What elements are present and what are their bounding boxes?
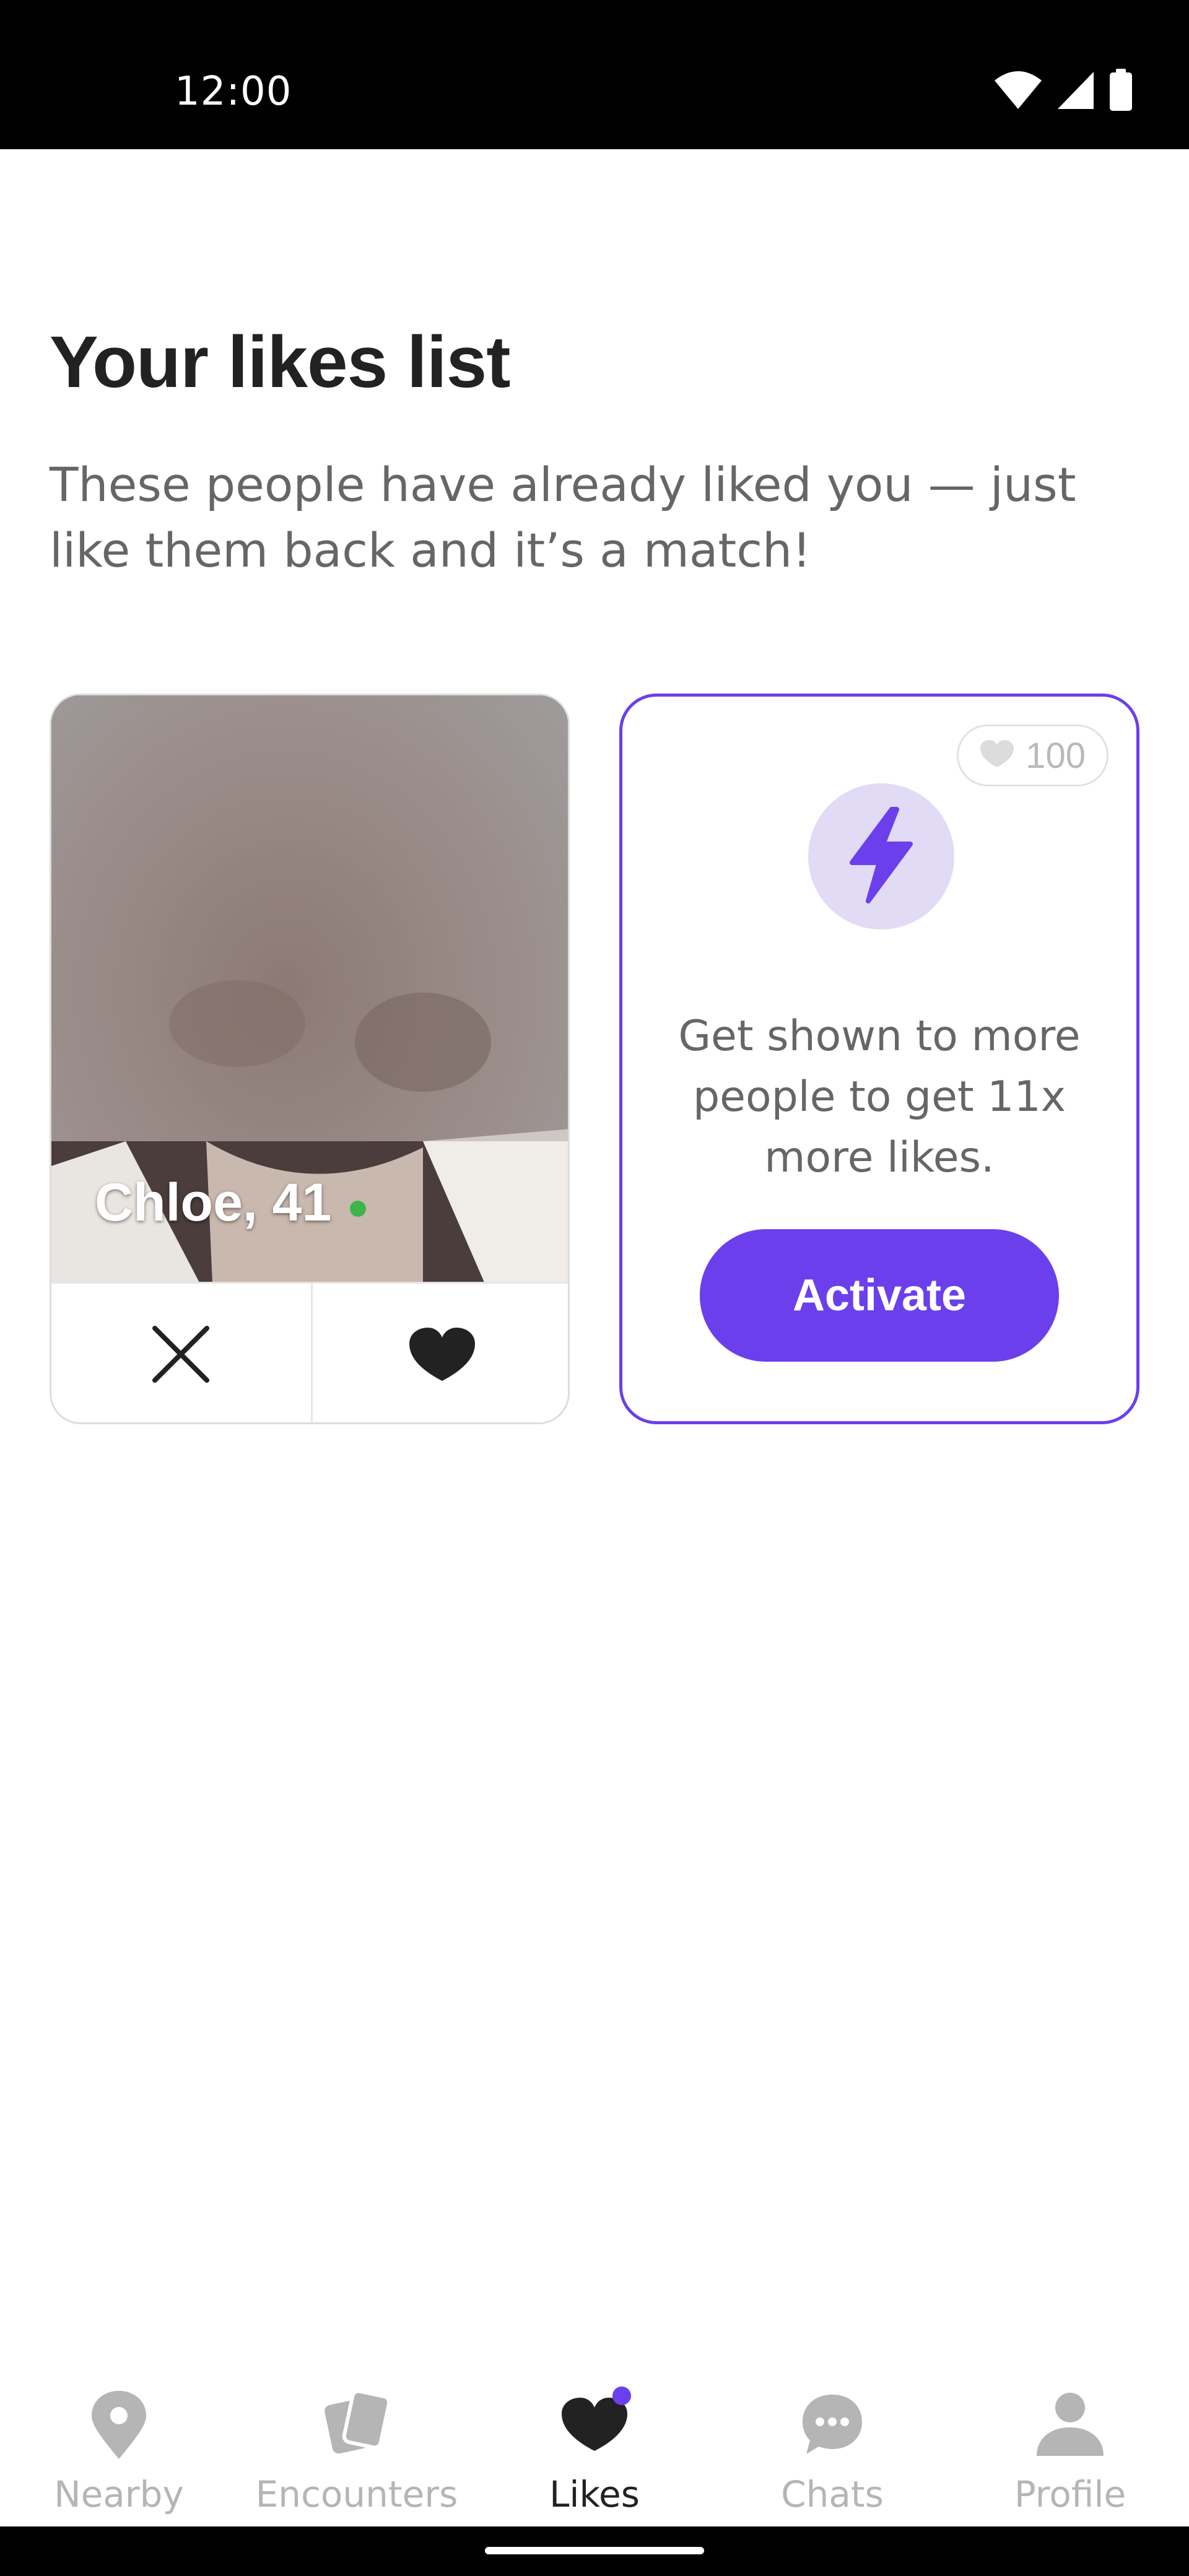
dislike-button[interactable]: [51, 1284, 311, 1422]
credit-count: 100: [1026, 735, 1086, 776]
nav-label: Nearby: [54, 2473, 184, 2515]
status-time: 12:00: [175, 69, 292, 115]
home-indicator[interactable]: [485, 2547, 704, 2554]
nav-item-nearby[interactable]: Nearby: [0, 2372, 238, 2526]
boost-card: 100 Get shown to more people to get 11x …: [619, 694, 1139, 1424]
boost-icon-circle: [808, 783, 954, 929]
heart-icon: [980, 735, 1014, 777]
nav-label: Likes: [549, 2473, 640, 2515]
nav-item-likes[interactable]: Likes: [476, 2372, 713, 2526]
nav-item-profile[interactable]: Profile: [951, 2372, 1189, 2526]
wifi-icon: [993, 71, 1043, 113]
status-bar: 12:00: [0, 0, 1189, 149]
notification-badge: [612, 2387, 631, 2405]
card-actions: [51, 1282, 568, 1422]
chat-bubble-icon: [792, 2384, 873, 2465]
profile-card[interactable]: Chloe, 41: [50, 694, 570, 1424]
credit-badge: 100: [957, 724, 1108, 786]
page-title: Your likes list: [50, 321, 511, 403]
nav-item-chats[interactable]: Chats: [713, 2372, 951, 2526]
profile-name-label: Chloe, 41: [95, 1173, 332, 1232]
signal-icon: [1056, 71, 1095, 113]
like-button[interactable]: [310, 1284, 568, 1422]
nav-label: Chats: [781, 2473, 884, 2515]
close-icon: [150, 1323, 212, 1388]
person-icon: [1030, 2384, 1110, 2465]
page-subtitle: These people have already liked you — ju…: [50, 457, 1076, 578]
bottom-nav: Nearby Encounters Likes Chats Profile: [0, 2372, 1189, 2526]
online-status-dot: [350, 1200, 367, 1217]
cards-icon: [316, 2384, 397, 2465]
lightning-icon: [841, 806, 921, 908]
battery-icon: [1108, 68, 1133, 115]
heart-icon: [554, 2384, 635, 2465]
profile-name-age: Chloe, 41: [95, 1172, 367, 1234]
status-icons: [993, 68, 1133, 115]
boost-description: Get shown to more people to get 11x more…: [678, 1012, 1081, 1182]
nav-label: Profile: [1014, 2473, 1126, 2515]
heart-icon: [408, 1326, 476, 1385]
activate-button[interactable]: Activate: [700, 1229, 1059, 1362]
nav-item-encounters[interactable]: Encounters: [238, 2372, 476, 2526]
profile-photo[interactable]: Chloe, 41: [51, 695, 568, 1284]
location-pin-icon: [79, 2384, 159, 2465]
nav-label: Encounters: [255, 2473, 458, 2515]
